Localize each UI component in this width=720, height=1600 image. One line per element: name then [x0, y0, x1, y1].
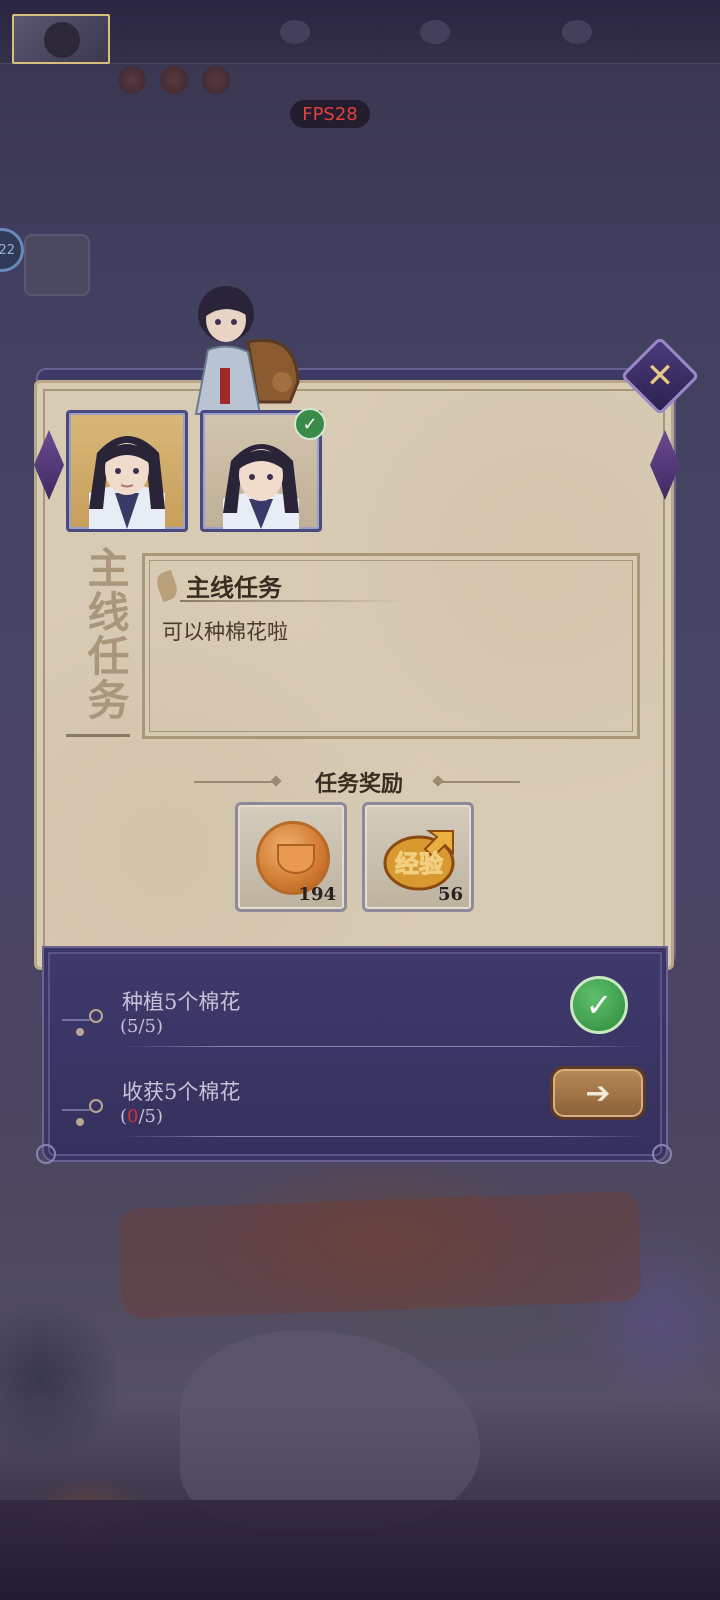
objective-row: 收获5个棉花 (0/5) ➔	[62, 1056, 652, 1146]
chibi-character	[194, 286, 300, 415]
divider	[118, 1136, 648, 1137]
reward-item-exp[interactable]: 经验 56	[362, 802, 474, 912]
arrow-right-icon: ➔	[585, 1075, 611, 1111]
check-icon: ✓	[570, 976, 628, 1034]
star-icon	[202, 66, 230, 94]
star-icon	[118, 66, 146, 94]
resource-icon	[562, 20, 592, 44]
close-icon: ✕	[645, 356, 675, 396]
exp-label: 经验	[395, 849, 443, 878]
objective-name: 种植5个棉花	[122, 990, 241, 1014]
objective-progress: (5/5)	[120, 1016, 163, 1037]
quest-title: 主线任务	[186, 573, 282, 602]
resource-icon	[420, 20, 450, 44]
objective-name: 收获5个棉花	[122, 1080, 241, 1104]
progress-open: (	[120, 1016, 128, 1037]
corner-ornament	[36, 1144, 56, 1164]
progress-current: 0	[127, 1106, 139, 1127]
exp-icon: 经验	[383, 830, 455, 891]
star-row	[118, 66, 230, 94]
character-portrait[interactable]	[66, 410, 188, 532]
reward-count: 194	[298, 884, 336, 905]
background-field	[118, 1190, 642, 1320]
reward-item-coin[interactable]: 194	[235, 802, 347, 912]
vertical-quest-title: 主线任务	[81, 546, 130, 722]
quest-description: 可以种棉花啦	[162, 620, 288, 644]
progress-total: /5)	[138, 1106, 164, 1127]
bottom-menu-bar	[0, 1500, 720, 1600]
objective-progress: (0/5)	[120, 1106, 163, 1127]
objective-row: 种植5个棉花 (5/5) ✓	[62, 966, 652, 1056]
flower-ornament-icon	[62, 1099, 103, 1126]
resource-icon	[280, 20, 310, 44]
fps-counter: FPS28	[290, 100, 370, 128]
divider	[434, 781, 520, 783]
divider	[194, 781, 280, 783]
reward-count: 56	[437, 884, 463, 905]
corner-ornament	[652, 1144, 672, 1164]
flower-ornament-icon	[62, 1009, 103, 1036]
title-rule	[180, 600, 410, 602]
progress-open: (	[120, 1106, 128, 1127]
progress-total: /5)	[138, 1016, 164, 1037]
go-button[interactable]: ➔	[550, 1066, 646, 1120]
check-icon: ✓	[294, 408, 326, 440]
title-underline	[66, 734, 130, 737]
star-icon	[160, 66, 188, 94]
divider	[118, 1046, 648, 1047]
player-avatar[interactable]	[12, 14, 110, 64]
progress-current: 5	[127, 1016, 139, 1037]
reward-title: 任务奖励	[314, 771, 403, 797]
side-menu-tab[interactable]	[24, 234, 90, 296]
